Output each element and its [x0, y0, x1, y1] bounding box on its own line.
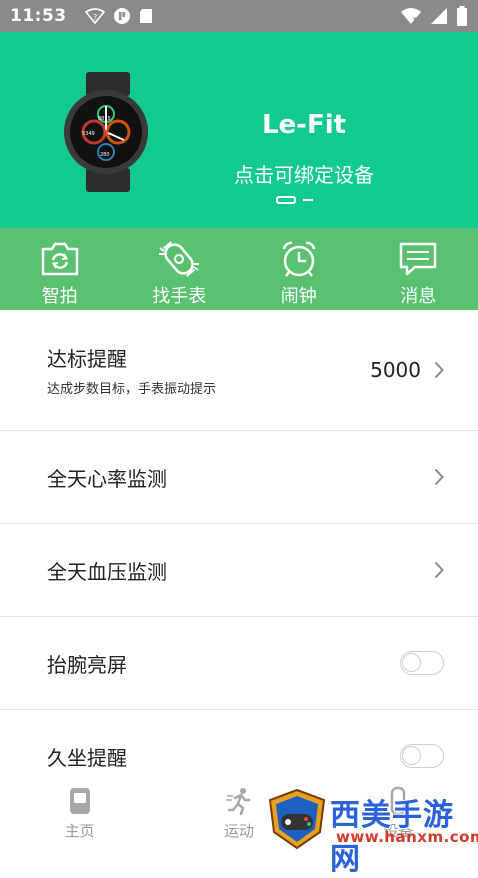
page-indicator-inactive [303, 199, 313, 201]
home-icon [69, 788, 90, 814]
goal-reminder-title: 达标提醒 [47, 347, 127, 371]
toggle-knob [402, 746, 421, 765]
quick-action-label: 智拍 [41, 286, 78, 307]
app-notification-icon [113, 8, 130, 24]
status-right-icons [400, 6, 468, 26]
quick-action-label: 闹钟 [280, 286, 317, 307]
app-name: Le-Fit [261, 110, 347, 140]
sd-card-icon [139, 9, 152, 23]
quick-action-messages[interactable]: 消息 [368, 228, 468, 310]
chevron-right-icon [434, 361, 444, 379]
quick-action-alarm[interactable]: 闹钟 [249, 228, 349, 310]
blood-pressure-monitor-title: 全天血压监测 [47, 559, 167, 584]
raise-wrist-title: 抬腕亮屏 [47, 652, 127, 677]
watch-face-bottom: 280 [100, 152, 110, 158]
goal-reminder-row[interactable]: 达标提醒 达成步数目标，手表振动提示 5000 [0, 310, 478, 431]
page-indicator [276, 196, 313, 204]
wifi-off-icon [401, 8, 421, 25]
chevron-right-icon [434, 561, 444, 579]
svg-text:?: ? [93, 13, 97, 22]
find-watch-icon [159, 241, 200, 277]
gamepad-shield-logo [268, 788, 326, 850]
quick-action-label: 消息 [400, 286, 437, 307]
site-watermark: 西美手游网 www.hanxm.com [266, 788, 478, 877]
chevron-right-icon [434, 468, 444, 486]
status-left-icons: ? [84, 7, 153, 25]
quick-actions-bar: 智拍 找手表 闹钟 消息 [0, 228, 478, 310]
quick-action-label: 找手表 [152, 286, 207, 307]
device-header[interactable]: 8815 5349 280 Le-Fit 点击可绑定设备 [0, 32, 478, 228]
heart-rate-monitor-row[interactable]: 全天心率监测 [0, 431, 478, 524]
raise-wrist-row: 抬腕亮屏 [0, 617, 478, 710]
camera-icon [41, 242, 78, 276]
bind-device-prompt[interactable]: 点击可绑定设备 [226, 159, 382, 188]
sedentary-reminder-title: 久坐提醒 [47, 745, 127, 770]
watermark-url: www.hanxm.com [336, 828, 478, 846]
message-icon [400, 242, 437, 276]
nav-home[interactable]: 主页 [0, 780, 159, 850]
goal-reminder-text: 达标提醒 达成步数目标，手表振动提示 [47, 343, 216, 397]
nav-home-label: 主页 [64, 822, 95, 840]
sedentary-reminder-toggle[interactable] [400, 744, 444, 768]
status-bar: 11:53 ? [0, 0, 478, 32]
quick-action-camera[interactable]: 智拍 [10, 228, 110, 310]
goal-reminder-subtitle: 达成步数目标，手表振动提示 [47, 382, 217, 397]
settings-list: 达标提醒 达成步数目标，手表振动提示 5000 全天心率监测 全天血压监测 抬腕… [0, 310, 478, 803]
raise-wrist-toggle[interactable] [400, 651, 444, 675]
wifi-question-icon: ? [84, 8, 105, 24]
heart-rate-monitor-title: 全天心率监测 [47, 466, 167, 491]
status-time: 11:53 [10, 6, 67, 26]
page-indicator-active [276, 196, 296, 204]
blood-pressure-monitor-row[interactable]: 全天血压监测 [0, 524, 478, 617]
smartwatch-image: 8815 5349 280 [64, 72, 148, 192]
quick-action-find-watch[interactable]: 找手表 [129, 228, 229, 310]
battery-icon [457, 6, 467, 26]
watch-face-top: 8815 [98, 116, 111, 122]
nav-sport-label: 运动 [223, 822, 254, 840]
toggle-knob [402, 653, 421, 672]
running-icon [225, 788, 251, 816]
watch-face-mid: 5349 [82, 131, 95, 137]
alarm-clock-icon [282, 241, 315, 277]
step-goal-value: 5000 [370, 358, 421, 382]
signal-icon [431, 8, 447, 24]
